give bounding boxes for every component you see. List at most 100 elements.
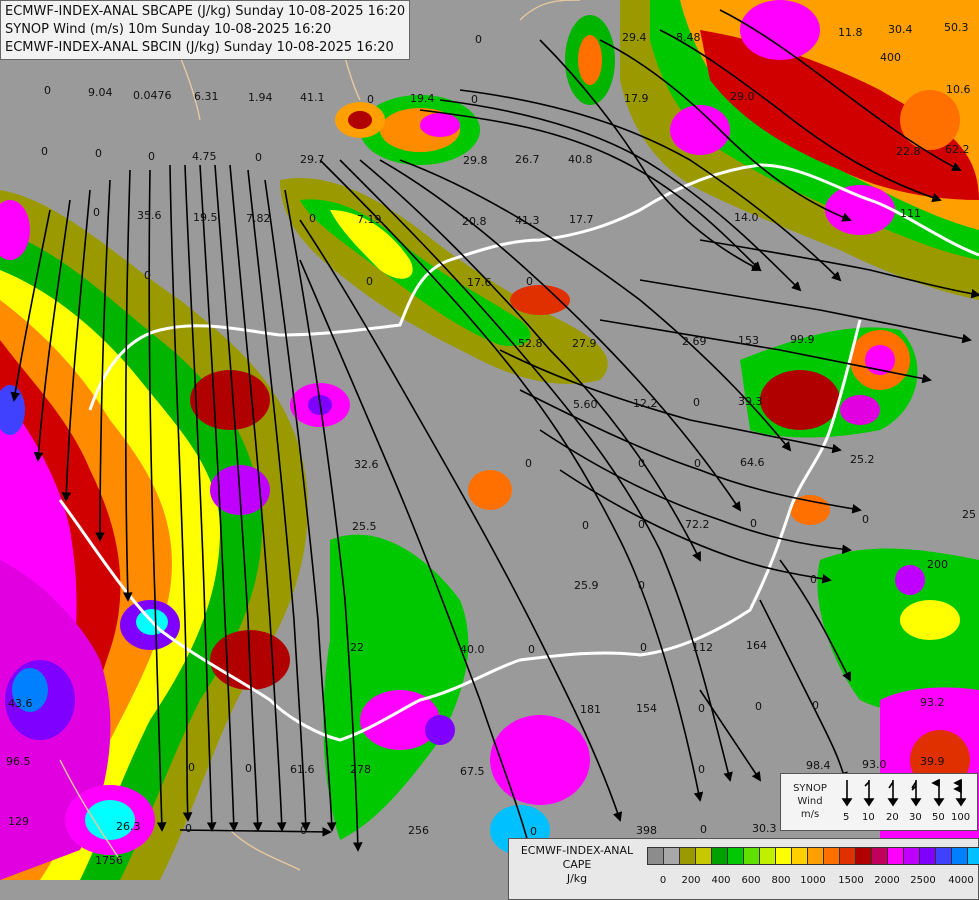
- cape-value-label: 14.0: [734, 211, 759, 224]
- cape-legend-tick: 2500: [910, 875, 936, 886]
- cape-value-label: 0: [367, 93, 374, 106]
- cape-value-label: 0: [812, 699, 819, 712]
- cape-value-label: 25.5: [352, 520, 377, 533]
- cape-value-label: 61.6: [290, 763, 315, 776]
- cape-legend-swatch: [743, 847, 760, 865]
- cape-value-label: 39.9: [920, 755, 945, 768]
- cape-value-label: 96.5: [6, 755, 31, 768]
- cape-value-label: 400: [880, 51, 901, 64]
- wind-barb-icons: [841, 778, 967, 807]
- cape-value-label: 200: [927, 558, 948, 571]
- cape-legend-swatch: [823, 847, 840, 865]
- cape-value-label: 12.2: [633, 397, 658, 410]
- title-sbcape: ECMWF-INDEX-ANAL SBCAPE (J/kg) Sunday 10…: [5, 4, 406, 19]
- cape-value-label: 0: [245, 762, 252, 775]
- cape-value-label: 8.48: [676, 31, 701, 44]
- cape-legend-title: J/kg: [566, 872, 588, 885]
- cape-value-label: 2.69: [682, 335, 707, 348]
- synop-wind-legend: SYNOP Wind m/s 5 10 20 30 50 100: [780, 773, 978, 831]
- cape-legend-swatch: [759, 847, 776, 865]
- cape-value-label: 4.75: [192, 150, 217, 163]
- cape-value-label: 11.8: [838, 26, 863, 39]
- cape-value-label: 0: [44, 84, 51, 97]
- cape-value-label: 0: [526, 275, 533, 288]
- cape-value-label: 0: [144, 269, 151, 282]
- cape-value-label: 22.8: [896, 145, 921, 158]
- cape-value-label: 30.3: [752, 822, 777, 835]
- cape-value-label: 0: [93, 206, 100, 219]
- cape-value-label: 17.7: [569, 213, 594, 226]
- cape-value-label: 19.4: [410, 92, 435, 105]
- cape-legend-title: CAPE: [562, 858, 592, 871]
- cape-value-label: 0: [638, 457, 645, 470]
- cape-value-label: 29.0: [730, 90, 755, 103]
- cape-value-label: 0: [640, 641, 647, 654]
- cape-value-label: 25.9: [574, 579, 599, 592]
- cape-value-label: 40.0: [460, 643, 485, 656]
- cape-value-label: 93.0: [862, 758, 887, 771]
- weather-map: [0, 0, 979, 900]
- cape-legend-swatch: [807, 847, 824, 865]
- cape-value-label: 43.6: [8, 697, 33, 710]
- synop-speed-label: 100: [951, 812, 971, 823]
- synop-speed-label: 20: [886, 812, 899, 823]
- cape-legend-swatch: [839, 847, 856, 865]
- cape-legend-swatch: [679, 847, 696, 865]
- cape-value-label: 0: [694, 457, 701, 470]
- cape-value-label: 0: [95, 147, 102, 160]
- cape-value-label: 0: [255, 151, 262, 164]
- map-title-box: ECMWF-INDEX-ANAL SBCAPE (J/kg) Sunday 10…: [0, 0, 411, 60]
- cape-legend-title: ECMWF-INDEX-ANAL: [520, 844, 634, 857]
- cape-value-label: 0: [638, 579, 645, 592]
- cape-value-label: 164: [746, 639, 767, 652]
- cape-legend-swatch: [967, 847, 979, 865]
- cape-value-label: 129: [8, 815, 29, 828]
- cape-value-label: 62.2: [945, 143, 970, 156]
- cape-value-label: 7.82: [246, 212, 271, 225]
- cape-value-label: 25.2: [850, 453, 875, 466]
- cape-value-label: 25: [962, 508, 976, 521]
- cape-value-label: 0.0476: [133, 89, 172, 102]
- cape-value-label: 72.2: [685, 518, 710, 531]
- cape-legend-tick: 1500: [838, 875, 864, 886]
- synop-speed-label: 10: [862, 812, 875, 823]
- cape-value-label: 0: [300, 824, 307, 837]
- cape-value-label: 98.4: [806, 759, 831, 772]
- title-sbcin: ECMWF-INDEX-ANAL SBCIN (J/kg) Sunday 10-…: [5, 40, 394, 55]
- cape-legend-tick: 0: [659, 875, 667, 886]
- cape-value-label: 19.5: [193, 211, 218, 224]
- synop-speed-label: 30: [909, 812, 922, 823]
- cape-value-label: 10.6: [946, 83, 971, 96]
- cape-value-label: 39.3: [738, 395, 763, 408]
- synop-speed-label: 50: [932, 812, 945, 823]
- cape-legend-swatch: [951, 847, 968, 865]
- cape-legend-swatch: [727, 847, 744, 865]
- cape-value-label: 0: [528, 643, 535, 656]
- cape-value-label: 0: [41, 145, 48, 158]
- synop-speed-label: 5: [843, 812, 850, 823]
- cape-value-label: 0: [475, 33, 482, 46]
- cape-value-label: 0: [755, 700, 762, 713]
- cape-legend-swatch: [775, 847, 792, 865]
- cape-value-label: 35.6: [137, 209, 162, 222]
- cape-legend-swatch: [711, 847, 728, 865]
- cape-value-label: 112: [692, 641, 713, 654]
- cape-legend-swatch: [935, 847, 952, 865]
- cape-value-label: 29.7: [300, 153, 325, 166]
- cape-value-label: 93.2: [920, 696, 945, 709]
- cape-value-label: 256: [408, 824, 429, 837]
- cape-value-label: 0: [638, 518, 645, 531]
- cape-value-label: 20.8: [462, 215, 487, 228]
- cape-value-label: 0: [366, 275, 373, 288]
- cape-legend-tick: 2000: [874, 875, 900, 886]
- cape-value-label: 0: [148, 150, 155, 163]
- cape-value-label: 0: [185, 822, 192, 835]
- cape-legend-tick: 200: [681, 875, 701, 886]
- cape-legend-tick: 4000: [948, 875, 974, 886]
- cape-value-label: 0: [810, 573, 817, 586]
- cape-value-label: 111: [900, 207, 921, 220]
- cape-value-label: 40.8: [568, 153, 593, 166]
- cape-value-label: 1756: [95, 854, 123, 867]
- cape-value-label: 50.3: [944, 21, 969, 34]
- cape-value-label: 0: [309, 212, 316, 225]
